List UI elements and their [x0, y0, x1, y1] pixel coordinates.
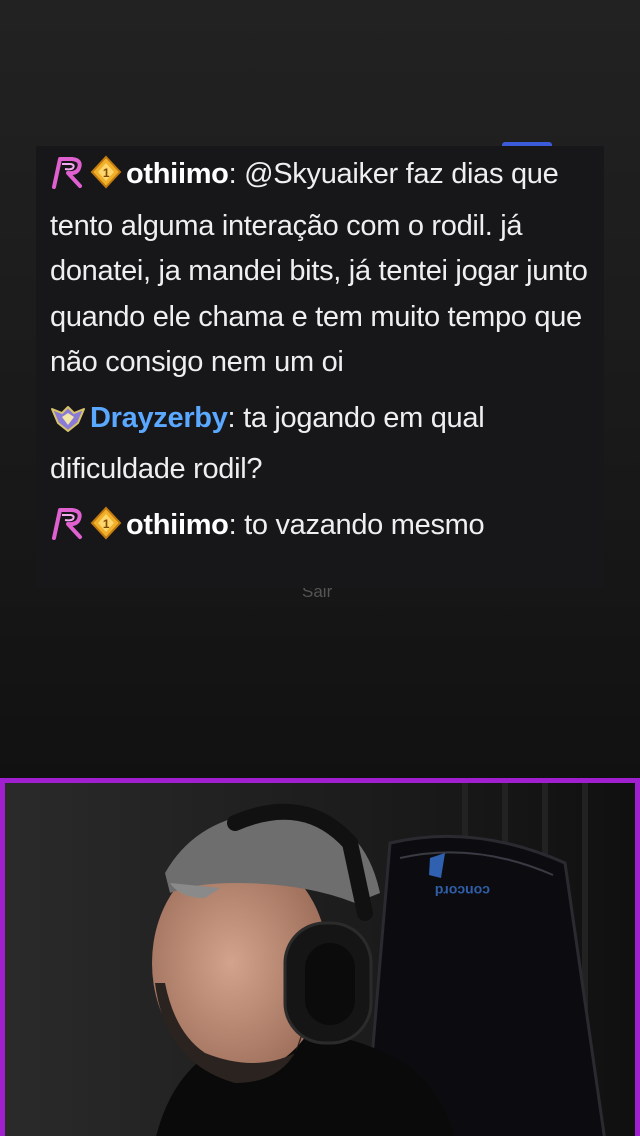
gold-sub-badge-icon: 1	[90, 155, 122, 204]
crest-badge-icon	[50, 402, 86, 448]
chat-username[interactable]: othiimo	[126, 158, 229, 190]
chat-username[interactable]: othiimo	[126, 509, 229, 541]
svg-text:concord: concord	[435, 883, 490, 899]
svg-text:1: 1	[103, 166, 110, 180]
svg-text:1: 1	[103, 517, 110, 531]
chat-message: 1 othiimo: @Skyuaiker faz dias que tento…	[50, 152, 590, 386]
pink-r-badge-icon	[50, 155, 86, 204]
webcam-frame: concord	[0, 778, 640, 1136]
chat-overlay: 1 othiimo: @Skyuaiker faz dias que tento…	[36, 146, 604, 588]
chat-text: to vazando mesmo	[244, 508, 485, 541]
chat-text: @Skyuaiker faz dias que tento alguma int…	[50, 158, 588, 378]
gold-sub-badge-icon: 1	[90, 506, 122, 555]
pink-r-badge-icon	[50, 506, 86, 555]
chat-username[interactable]: Drayzerby	[90, 402, 228, 434]
chat-message: Drayzerby: ta jogando em qual dificuldad…	[50, 396, 590, 493]
chat-separator: :	[228, 158, 245, 190]
webcam-feed: concord	[5, 783, 635, 1136]
chat-separator: :	[228, 508, 245, 541]
chat-separator: :	[227, 401, 244, 434]
chat-message: 1 othiimo: to vazando mesmo	[50, 503, 590, 555]
